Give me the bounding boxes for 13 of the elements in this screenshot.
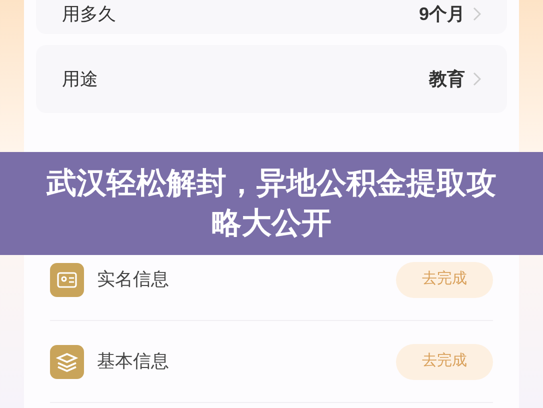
banner-title: 武汉轻松解封，异地公积金提取攻略大公开 [45,166,498,242]
layers-icon [50,344,84,378]
settings-row[interactable]: 用多久 9个月 [36,0,507,34]
task-label: 实名信息 [97,268,170,291]
id-card-icon [50,262,84,296]
settings-row[interactable]: 用途 教育 [36,45,507,113]
chevron-icon [473,72,481,86]
task-label: 基本信息 [97,350,170,373]
chevron-icon [473,7,481,21]
row-label: 用途 [62,68,98,90]
row-value: 教育 [429,68,465,90]
row-value: 9个月 [418,3,465,26]
row-label: 用多久 [62,3,116,26]
